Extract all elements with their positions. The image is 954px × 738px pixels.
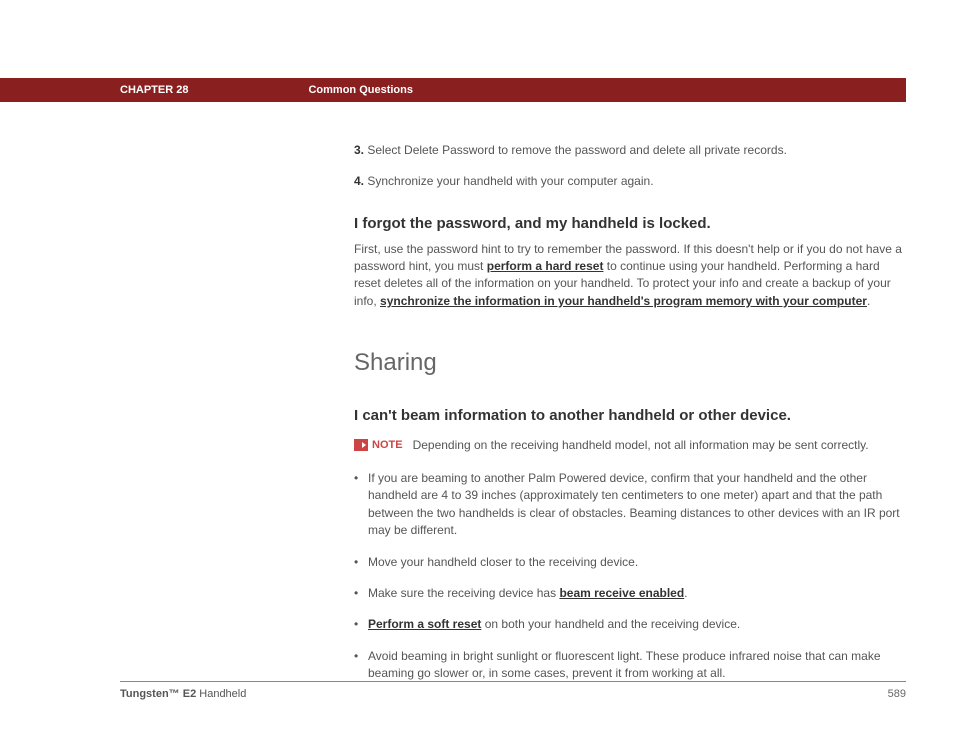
section-heading-sharing: Sharing xyxy=(354,346,906,381)
page-number: 589 xyxy=(888,688,906,700)
step-number: 3. xyxy=(354,143,364,157)
step-text: Synchronize your handheld with your comp… xyxy=(367,174,653,188)
list-item: Make sure the receiving device has beam … xyxy=(354,585,906,602)
list-item: If you are beaming to another Palm Power… xyxy=(354,470,906,540)
list-item: Move your handheld closer to the receivi… xyxy=(354,554,906,571)
footer-product: Tungsten™ E2 Handheld xyxy=(120,688,246,700)
list-item: Perform a soft reset on both your handhe… xyxy=(354,616,906,633)
section-label: Common Questions xyxy=(308,84,413,96)
link-beam-receive[interactable]: beam receive enabled xyxy=(559,586,684,600)
step-3: 3. Select Delete Password to remove the … xyxy=(354,142,906,159)
note-icon xyxy=(354,439,368,451)
subheading-cant-beam: I can't beam information to another hand… xyxy=(354,405,906,427)
link-soft-reset[interactable]: Perform a soft reset xyxy=(368,617,481,631)
page-content: 3. Select Delete Password to remove the … xyxy=(354,142,906,697)
step-4: 4. Synchronize your handheld with your c… xyxy=(354,173,906,190)
note-label: NOTE xyxy=(372,439,403,451)
note-text: Depending on the receiving handheld mode… xyxy=(413,438,869,452)
link-hard-reset[interactable]: perform a hard reset xyxy=(487,259,604,273)
chapter-header: CHAPTER 28 Common Questions xyxy=(0,78,906,102)
step-number: 4. xyxy=(354,174,364,188)
forgot-password-paragraph: First, use the password hint to try to r… xyxy=(354,241,906,311)
subheading-forgot-password: I forgot the password, and my handheld i… xyxy=(354,213,906,235)
chapter-label: CHAPTER 28 xyxy=(120,84,188,96)
bullet-list: If you are beaming to another Palm Power… xyxy=(354,470,906,683)
link-synchronize[interactable]: synchronize the information in your hand… xyxy=(380,294,867,308)
page-footer: Tungsten™ E2 Handheld 589 xyxy=(120,681,906,700)
note-row: NOTE Depending on the receiving handheld … xyxy=(354,437,906,454)
step-text: Select Delete Password to remove the pas… xyxy=(367,143,787,157)
list-item: Avoid beaming in bright sunlight or fluo… xyxy=(354,648,906,683)
